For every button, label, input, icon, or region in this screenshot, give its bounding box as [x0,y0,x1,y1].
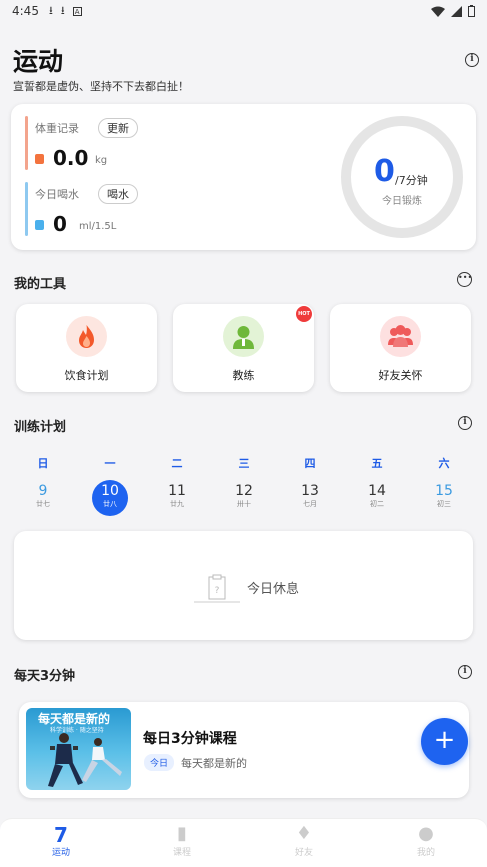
course-description: 每天都是新的 [181,757,247,770]
today-tag: 今日 [144,754,175,771]
course-thumbnail: 每天都是新的 科学训练 · 随之坚持 [26,708,131,790]
page-subtitle: 宣誓都是虚伪、坚持不下去都白扯！ [13,80,189,93]
app-notification-icon: A [72,6,82,16]
day-number: 14 [368,483,386,499]
tab-label: 好友 [294,848,313,858]
day-wed[interactable]: 三 12 卅十 [226,455,262,509]
tab-exercise[interactable]: 7 运动 [31,823,91,858]
tools-title: 我的工具 [14,277,67,292]
exercise-tab-icon: 7 [54,823,68,847]
day-week: 六 [438,457,450,470]
athletes-illustration [48,733,122,787]
day-lunar: 廿九 [170,500,184,508]
bottom-tab-bar: 7 运动 ▮ 课程 ♦ 好友 ● 我的 [0,818,487,867]
battery-icon [468,5,475,17]
rest-day-text: 今日休息 [247,582,300,597]
book-icon: ▮ [177,823,187,844]
day-lunar: 初二 [370,500,384,508]
profile-icon: ● [418,823,434,844]
day-week: 日 [37,457,49,470]
drink-water-button[interactable]: 喝水 [98,184,138,204]
course-title: 每日3分钟课程 [143,731,237,747]
update-weight-button[interactable]: 更新 [98,118,138,138]
day-lunar: 卅十 [237,500,251,508]
flame-icon [66,316,107,357]
tool-friends-care[interactable]: 好友关怀 [330,304,471,392]
tab-label: 我的 [416,848,435,858]
day-number: 12 [235,483,253,499]
day-week: 二 [171,457,183,470]
wifi-icon [431,6,445,17]
rest-clipboard-icon: ? [194,574,240,603]
day-lunar: 七月 [303,500,317,508]
weight-value: 0.0 [53,146,89,170]
day-week: 三 [238,457,250,470]
day-number: 15 [435,483,453,499]
day-number: 10 [101,483,119,499]
download-icon: ⭳ [48,3,53,17]
tool-label: 好友关怀 [378,369,423,382]
tool-label: 教练 [232,369,255,382]
weight-label: 体重记录 [35,122,79,135]
water-unit: ml/1.5L [79,221,117,232]
status-time: 4:45 [12,4,39,18]
tool-diet-plan[interactable]: 饮食计划 [16,304,157,392]
daily-title: 每天3分钟 [14,669,76,684]
hot-badge: HOT [296,306,312,322]
rest-day-card: ? 今日休息 [14,531,473,640]
svg-text:?: ? [215,586,220,596]
info-icon[interactable]: i [458,665,472,679]
water-accent-bar [25,182,28,236]
day-lunar: 廿八 [103,500,117,508]
day-number: 13 [301,483,319,499]
day-number: 11 [168,483,186,499]
add-button[interactable]: + [421,718,468,765]
tab-profile[interactable]: ● 我的 [396,823,456,858]
stats-card: 体重记录 更新 0.0 kg 今日喝水 喝水 0 ml/1.5L 0 /7分钟 … [11,104,476,250]
day-fri[interactable]: 五 14 初二 [359,455,395,509]
info-icon[interactable]: i [458,416,472,430]
day-sun[interactable]: 日 9 廿七 [25,455,61,509]
tool-coach[interactable]: HOT 教练 [173,304,314,392]
page-title: 运动 [13,47,64,76]
download-icon: ⭳ [60,3,65,17]
coach-icon [223,316,264,357]
day-thu[interactable]: 四 13 七月 [292,455,328,509]
water-label: 今日喝水 [35,188,79,201]
weight-accent-bar [25,116,28,170]
day-week: 五 [371,457,383,470]
day-number: 9 [38,483,48,499]
day-lunar: 廿七 [36,500,50,508]
more-icon[interactable]: ••• [457,272,472,287]
cup-icon [35,220,44,230]
friends-tab-icon: ♦ [295,823,313,844]
friends-icon [380,316,421,357]
signal-icon [451,5,462,17]
day-lunar: 初三 [437,500,451,508]
tab-label: 运动 [51,848,70,858]
day-mon[interactable]: 一 10 廿八 [92,455,128,509]
plan-title: 训练计划 [14,420,67,435]
tab-courses[interactable]: ▮ 课程 [152,823,212,858]
info-icon[interactable]: i [465,53,479,67]
weight-unit: kg [95,155,108,166]
exercise-label: 今日锻炼 [382,196,422,207]
water-value: 0 [53,212,67,236]
exercise-minutes: 0 [374,154,395,189]
day-week: 一 [104,457,116,470]
tab-label: 课程 [172,848,191,858]
tab-friends[interactable]: ♦ 好友 [274,823,334,858]
day-sat[interactable]: 六 15 初三 [426,455,462,509]
day-week: 四 [304,457,316,470]
status-bar: 4:45 ⭳ ⭳ A [0,0,487,22]
day-tue[interactable]: 二 11 廿九 [159,455,195,509]
daily-course-card[interactable]: 每天都是新的 科学训练 · 随之坚持 每日3分钟课程 今日 每天都是新的 [19,702,469,798]
scale-icon [35,154,44,164]
tool-label: 饮食计划 [64,369,109,382]
exercise-unit: /7分钟 [395,174,428,187]
